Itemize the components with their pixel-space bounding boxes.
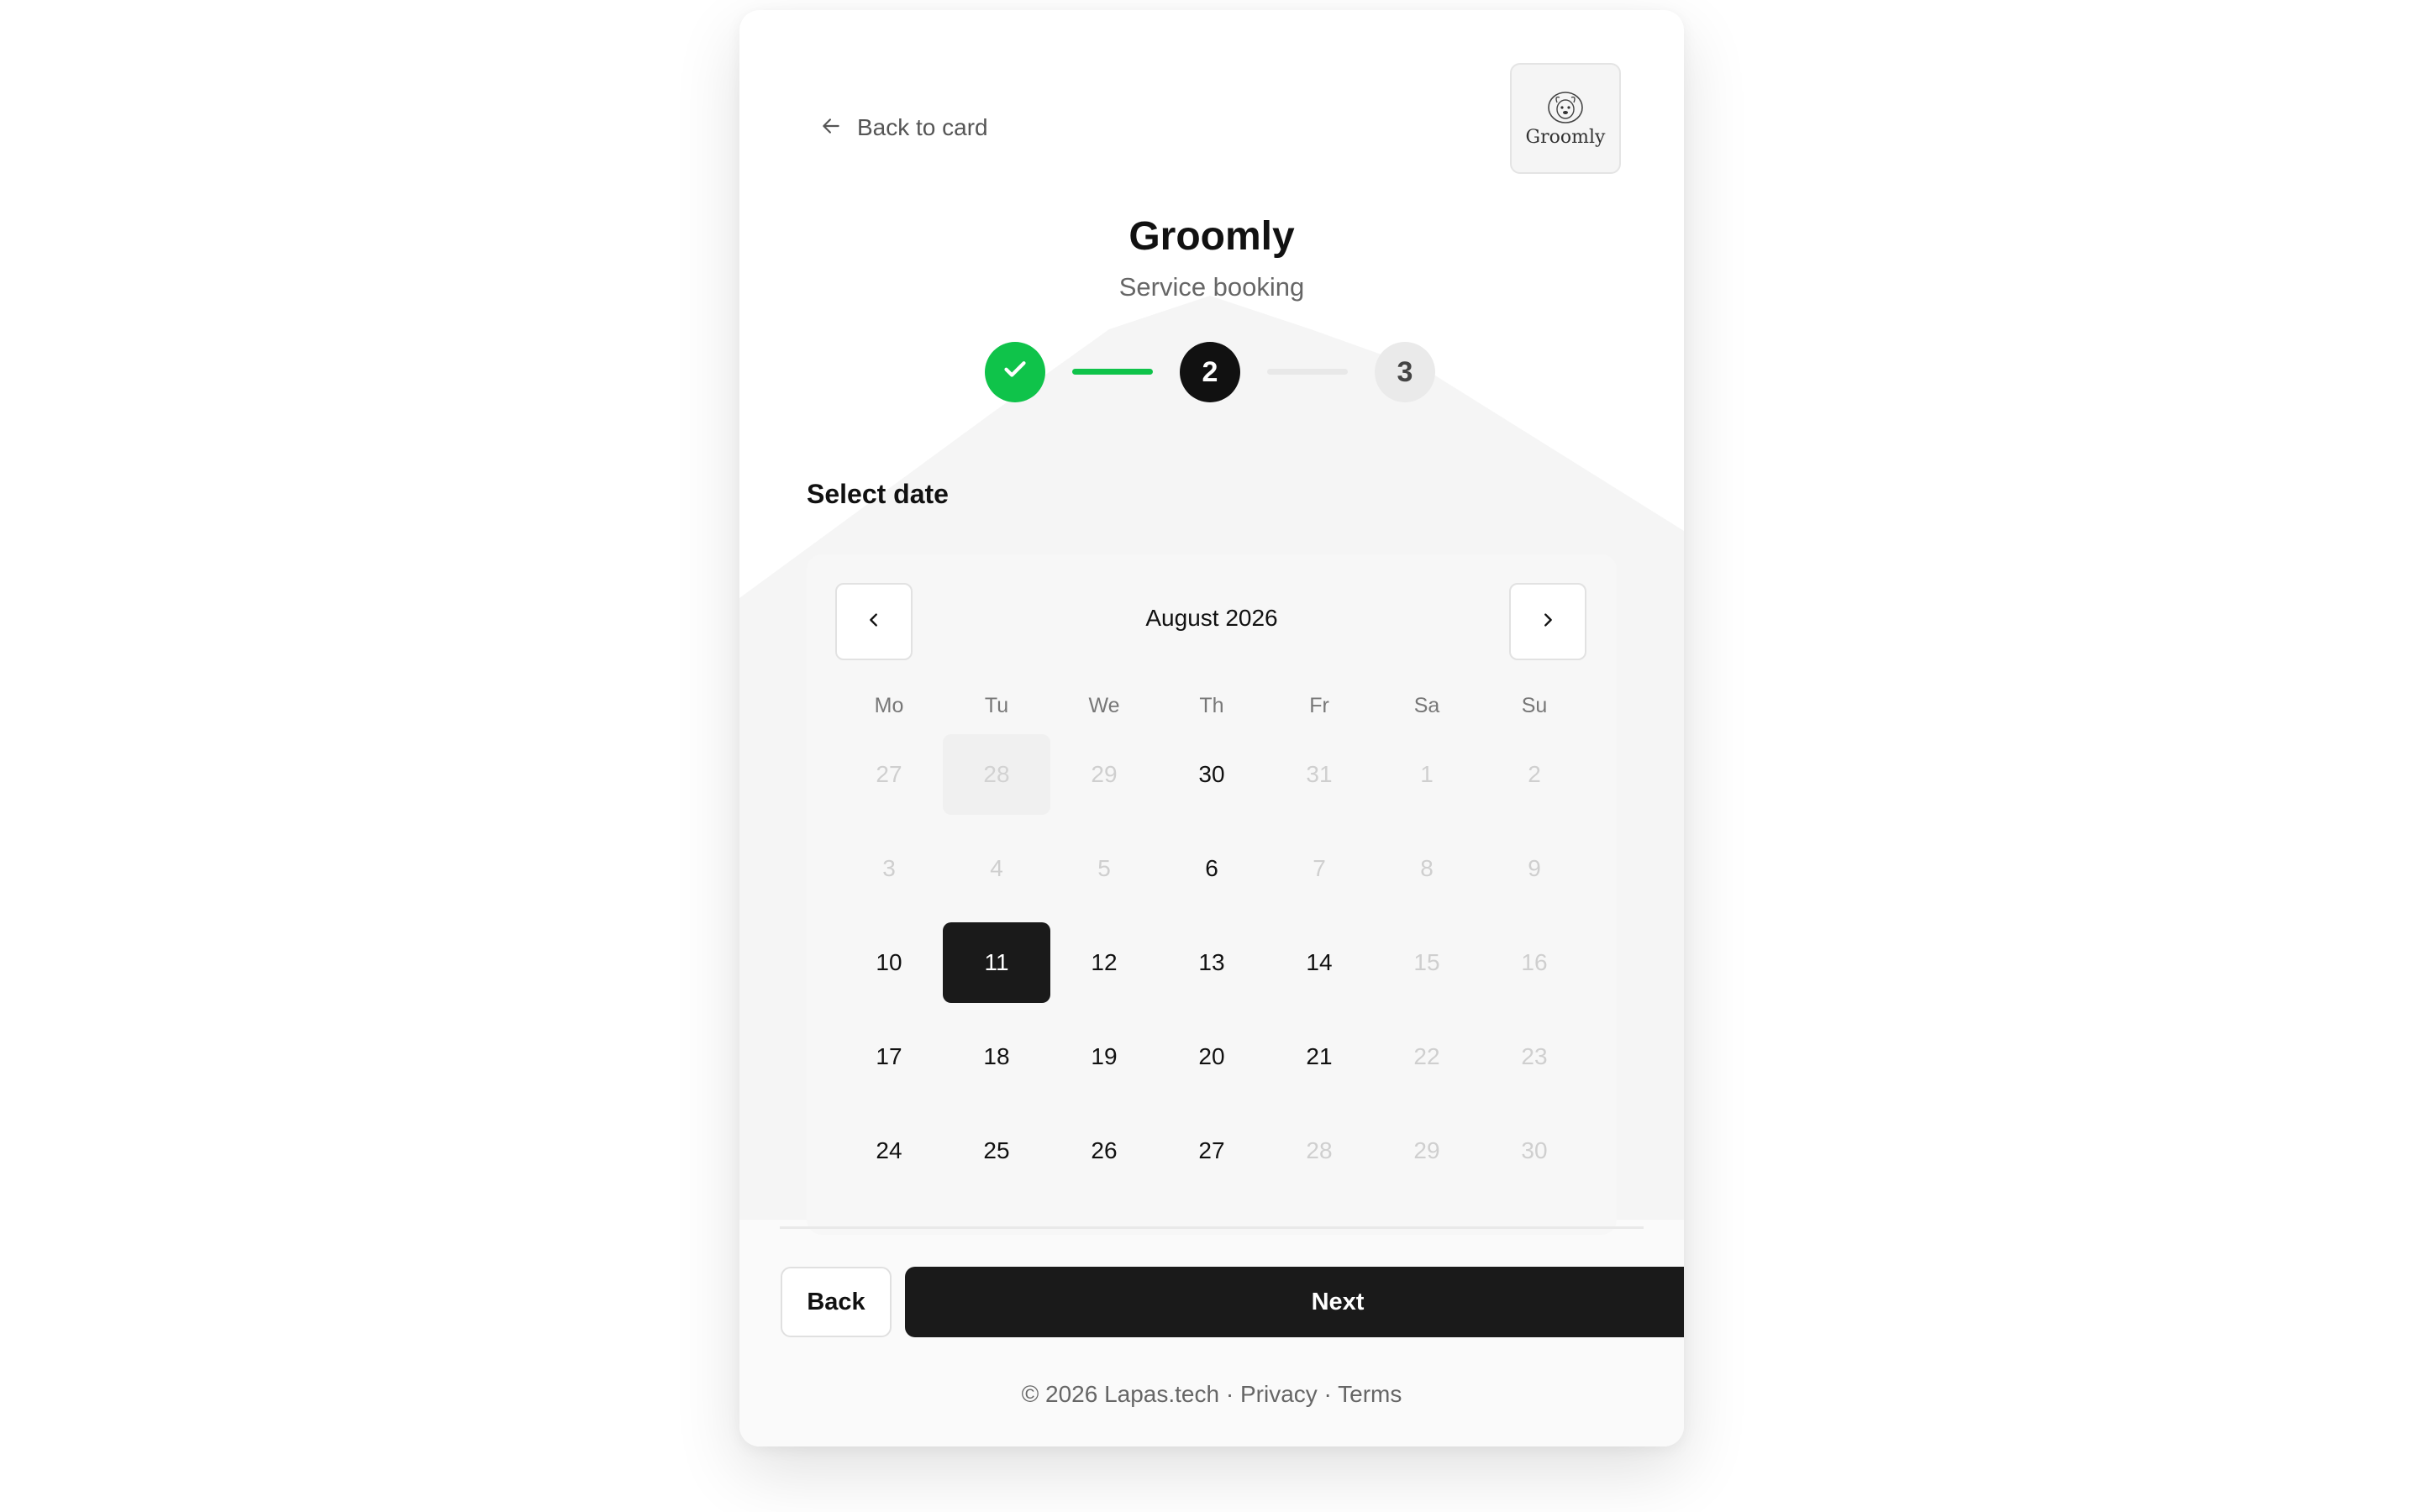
weekday-label: We [1088, 694, 1120, 717]
dog-logo-icon [1544, 89, 1586, 130]
footer: © 2026 Lapas.tech · Privacy · Terms [739, 1381, 1684, 1408]
logo-wordmark: Groomly [1525, 127, 1606, 148]
calendar-day: 29 [1091, 761, 1118, 787]
privacy-link[interactable]: Privacy [1240, 1381, 1318, 1407]
weekday-label: Tu [984, 694, 1009, 717]
terms-link[interactable]: Terms [1338, 1381, 1402, 1407]
date-calendar: August 2026 Mo Tu We Th Fr Sa Su 27 28 29 3… [807, 554, 1617, 1235]
calendar-day: 28 [943, 734, 1050, 815]
calendar-day: 1 [1420, 761, 1434, 787]
calendar-day: 16 [1521, 949, 1548, 975]
calendar-day[interactable]: 30 [1158, 734, 1265, 815]
calendar-day: 27 [876, 761, 902, 787]
next-month-button[interactable] [1509, 583, 1586, 660]
days-grid: 27 28 29 30 31 1 2 3 4 5 6 7 8 9 10 11 12 13 14 15 16 17 18 19 2… [835, 734, 1588, 1205]
calendar-day: 4 [990, 855, 1003, 881]
calendar-day: 30 [1521, 1137, 1548, 1163]
step-connector-1 [1072, 369, 1153, 375]
calendar-day[interactable]: 18 [943, 1016, 1050, 1097]
calendar-day[interactable]: 12 [1050, 922, 1158, 1003]
chevron-right-icon [1539, 611, 1557, 633]
page-title: Groomly [1128, 214, 1295, 259]
back-button[interactable]: Back [781, 1267, 892, 1337]
back-to-card-label: Back to card [857, 114, 988, 140]
step-1-completed [985, 342, 1045, 402]
calendar-day[interactable]: 27 [1158, 1110, 1265, 1191]
calendar-day[interactable]: 21 [1265, 1016, 1373, 1097]
month-label: August 2026 [1145, 605, 1278, 631]
calendar-day: 3 [882, 855, 896, 881]
calendar-day[interactable]: 6 [1158, 828, 1265, 909]
weekday-label: Fr [1309, 694, 1329, 717]
calendar-day: 31 [1306, 761, 1333, 787]
calendar-day: 22 [1413, 1043, 1440, 1069]
calendar-day[interactable]: 19 [1050, 1016, 1158, 1097]
calendar-day[interactable]: 26 [1050, 1110, 1158, 1191]
section-title: Select date [807, 479, 949, 509]
brand-logo: Groomly [1510, 63, 1621, 174]
back-to-card-link[interactable]: Back to card [820, 109, 988, 146]
step-3-upcoming: 3 [1375, 342, 1435, 402]
weekday-label: Sa [1413, 694, 1440, 717]
weekday-label: Mo [874, 694, 904, 717]
footer-separator: · [1219, 1381, 1240, 1407]
calendar-day: 29 [1413, 1137, 1440, 1163]
calendar-day: 9 [1528, 855, 1541, 881]
checkmark-icon [1000, 354, 1030, 391]
calendar-day: 5 [1097, 855, 1111, 881]
step-connector-2 [1267, 369, 1348, 375]
calendar-day-selected[interactable]: 11 [943, 922, 1050, 1003]
calendar-day[interactable]: 20 [1158, 1016, 1265, 1097]
calendar-day[interactable]: 17 [835, 1016, 943, 1097]
calendar-day: 28 [1306, 1137, 1333, 1163]
calendar-day: 8 [1420, 855, 1434, 881]
weekday-label: Su [1521, 694, 1548, 717]
calendar-day[interactable]: 10 [835, 922, 943, 1003]
page-subtitle: Service booking [1118, 272, 1305, 302]
weekday-header: Mo Tu We Th Fr Sa Su [835, 694, 1588, 718]
calendar-day: 15 [1413, 949, 1440, 975]
calendar-day: 2 [1528, 761, 1541, 787]
booking-card: Back to card Groomly Groomly Service boo… [739, 10, 1684, 1446]
calendar-day[interactable]: 24 [835, 1110, 943, 1191]
next-button[interactable]: Next [905, 1267, 1684, 1337]
divider [780, 1226, 1644, 1229]
calendar-day[interactable]: 14 [1265, 922, 1373, 1003]
step-2-current: 2 [1180, 342, 1240, 402]
calendar-day: 23 [1521, 1043, 1548, 1069]
weekday-label: Th [1199, 694, 1224, 717]
calendar-day: 7 [1313, 855, 1326, 881]
calendar-day[interactable]: 25 [943, 1110, 1050, 1191]
footer-separator: · [1317, 1381, 1339, 1407]
arrow-left-icon [820, 115, 842, 141]
footer-copyright: © 2026 Lapas.tech [1021, 1381, 1220, 1407]
calendar-day[interactable]: 13 [1158, 922, 1265, 1003]
